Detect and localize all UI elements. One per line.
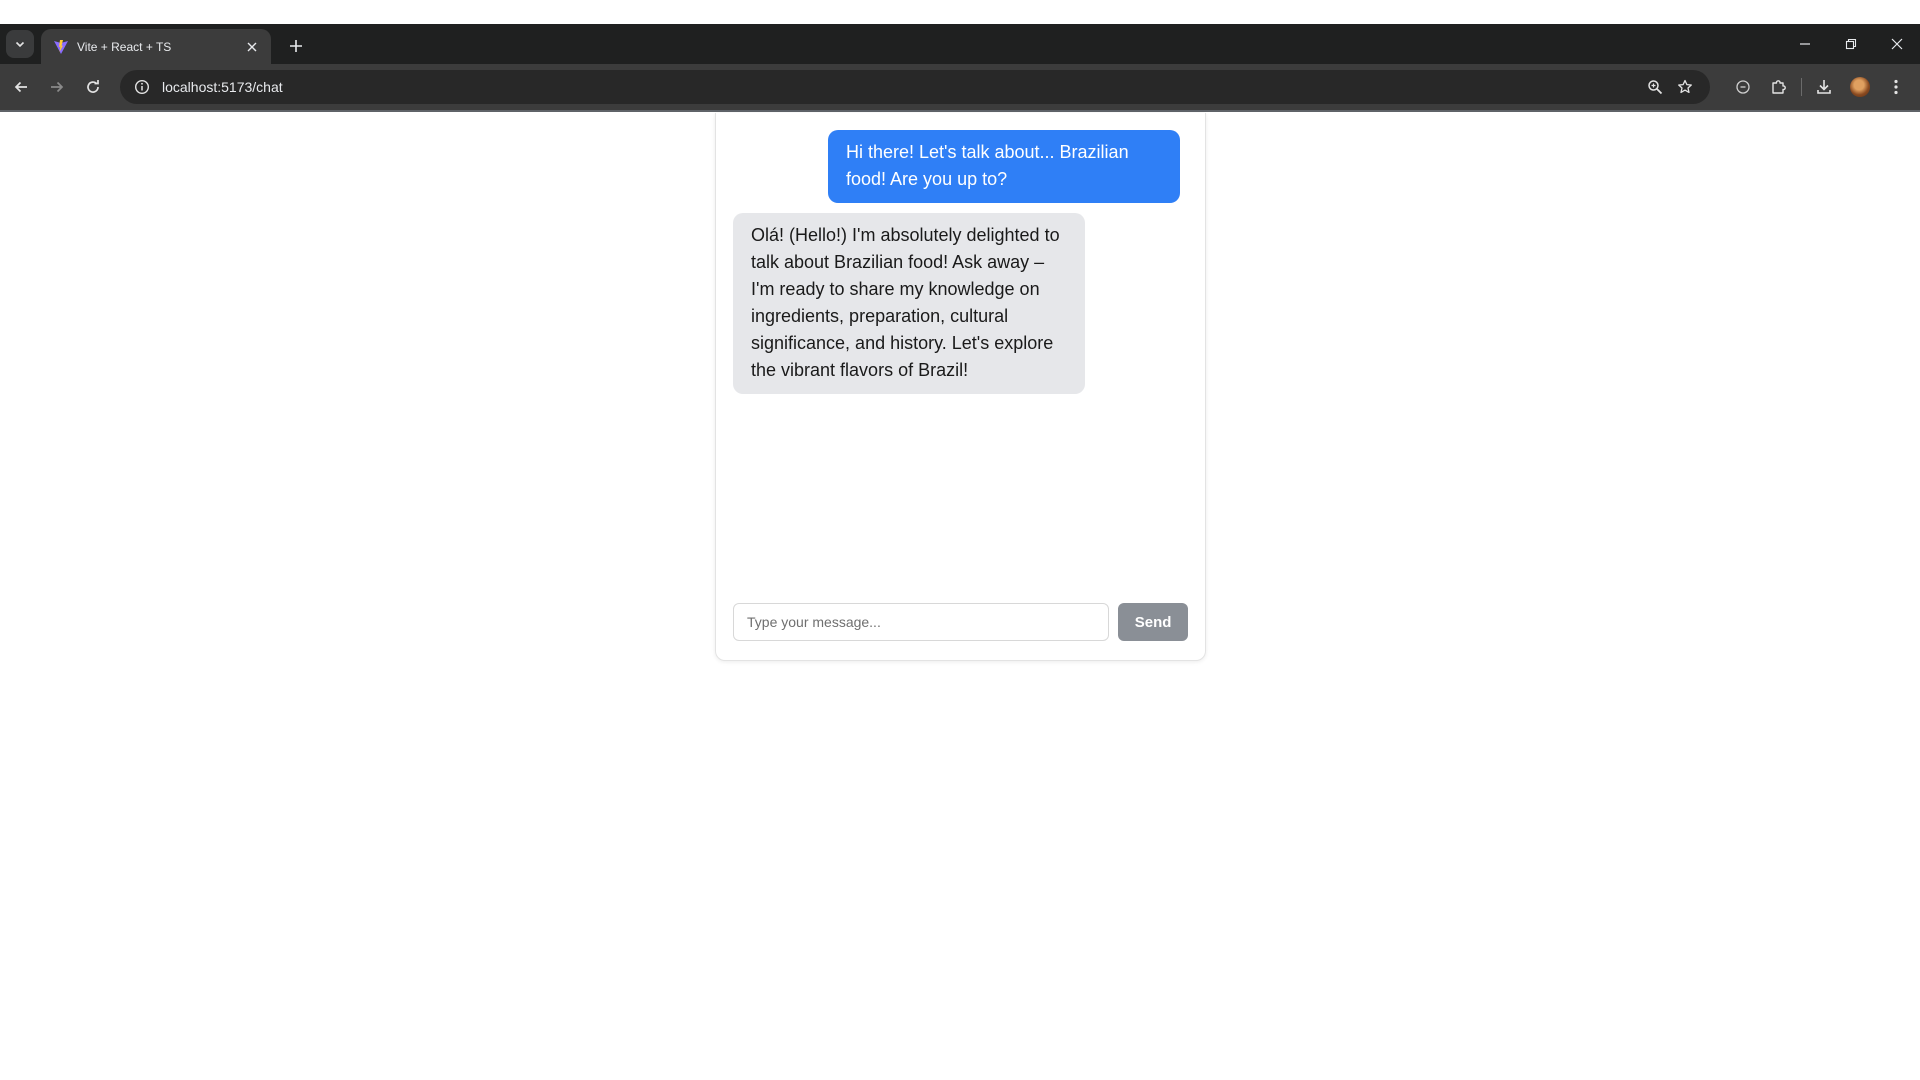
plus-icon [290, 40, 302, 52]
assistant-message-bubble: Olá! (Hello!) I'm absolutely delighted t… [733, 213, 1085, 394]
top-gap [0, 0, 1920, 24]
tab-active[interactable]: Vite + React + TS [41, 29, 271, 64]
toolbar-actions [1725, 70, 1914, 104]
avatar-image [1850, 77, 1870, 97]
media-control-icon[interactable] [1725, 70, 1761, 104]
bookmark-star-icon[interactable] [1670, 72, 1700, 102]
download-icon[interactable] [1806, 70, 1842, 104]
forward-button[interactable] [40, 70, 74, 104]
window-controls [1782, 24, 1920, 64]
arrow-right-icon [51, 81, 64, 93]
arrow-left-icon [14, 81, 27, 93]
info-icon[interactable] [132, 77, 152, 97]
minimize-button[interactable] [1782, 24, 1828, 64]
menu-kebab-icon[interactable] [1878, 70, 1914, 104]
close-window-button[interactable] [1874, 24, 1920, 64]
address-bar[interactable]: localhost:5173/chat [120, 70, 1710, 104]
tab-strip: Vite + React + TS [0, 24, 1920, 64]
restore-button[interactable] [1828, 24, 1874, 64]
content-divider [0, 110, 1920, 112]
chat-container: Hi there! Let's talk about... Brazilian … [715, 113, 1206, 661]
extensions-puzzle-icon[interactable] [1761, 70, 1797, 104]
browser-toolbar: localhost:5173/chat [0, 64, 1920, 110]
chevron-down-icon [15, 41, 25, 48]
send-button[interactable]: Send [1118, 603, 1188, 641]
reload-button[interactable] [76, 70, 110, 104]
message-composer: Send [733, 603, 1188, 641]
restore-icon [1845, 38, 1857, 50]
message-input[interactable] [733, 603, 1110, 641]
zoom-icon[interactable] [1640, 72, 1670, 102]
back-button[interactable] [4, 70, 38, 104]
vite-logo-icon [53, 39, 69, 55]
new-tab-button[interactable] [282, 32, 310, 60]
tab-search-button[interactable] [6, 30, 34, 58]
tab-close-icon[interactable] [243, 38, 261, 56]
url-text[interactable]: localhost:5173/chat [162, 79, 1640, 95]
profile-avatar[interactable] [1842, 70, 1878, 104]
toolbar-separator [1801, 78, 1802, 96]
user-message-bubble: Hi there! Let's talk about... Brazilian … [828, 130, 1180, 203]
close-icon [1891, 38, 1903, 50]
reload-icon [87, 80, 99, 93]
message-list: Hi there! Let's talk about... Brazilian … [733, 130, 1188, 404]
minimize-icon [1800, 43, 1810, 45]
tab-title: Vite + React + TS [77, 39, 172, 54]
